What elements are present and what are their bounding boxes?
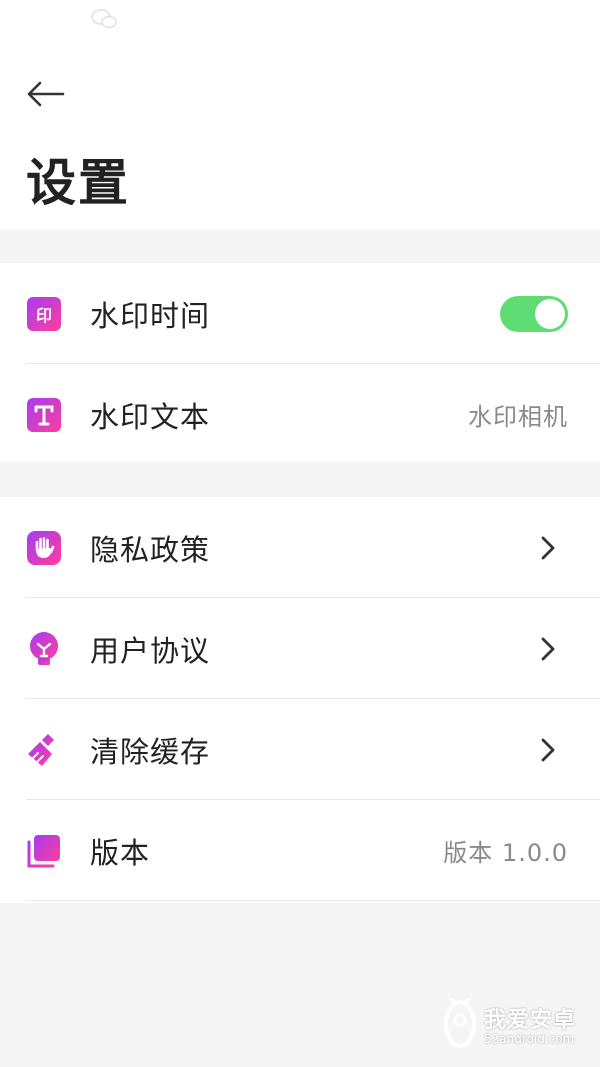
chevron-right-icon	[541, 738, 555, 761]
watermark-site: 52android.com	[484, 1032, 575, 1046]
text-t-icon	[26, 397, 62, 433]
setting-label: 版本	[90, 835, 151, 870]
stamp-icon: 印	[26, 296, 62, 332]
setting-row-version[interactable]: 版本 版本 1.0.0	[0, 800, 600, 901]
setting-label: 用户协议	[90, 633, 211, 668]
setting-value: 版本 1.0.0	[443, 839, 568, 867]
setting-row-privacy-policy[interactable]: 隐私政策	[0, 497, 600, 598]
setting-label: 隐私政策	[90, 532, 211, 567]
arrow-left-icon	[27, 81, 65, 107]
site-watermark: 我爱安卓 52android.com	[440, 996, 590, 1056]
setting-label: 水印时间	[90, 298, 211, 333]
setting-label: 水印文本	[90, 399, 211, 434]
setting-row-watermark-time[interactable]: 印 水印时间	[0, 263, 600, 364]
setting-row-user-agreement[interactable]: 用户协议	[0, 598, 600, 699]
android-logo-icon	[444, 998, 476, 1048]
back-button[interactable]	[22, 74, 68, 114]
layers-icon	[26, 833, 62, 869]
toggle-knob	[535, 298, 565, 329]
chevron-right-icon	[541, 637, 555, 660]
broom-icon	[26, 732, 62, 768]
watermark-brand: 我爱安卓	[484, 1008, 577, 1033]
hand-icon	[26, 530, 62, 566]
setting-label: 清除缓存	[90, 734, 211, 769]
svg-text:印: 印	[36, 306, 52, 325]
setting-value: 水印相机	[468, 403, 568, 431]
page-title: 设置	[26, 154, 130, 212]
divider	[26, 900, 600, 901]
watermark-time-toggle[interactable]	[500, 295, 568, 332]
bulb-icon	[26, 631, 62, 667]
header: 设置	[0, 0, 600, 230]
chevron-right-icon	[541, 536, 555, 559]
setting-row-watermark-text[interactable]: 水印文本 水印相机	[0, 364, 600, 465]
wechat-icon	[91, 9, 117, 29]
settings-group-general: 隐私政策 用户协议 清除缓存 版本 版本 1.0.0	[0, 497, 600, 903]
setting-row-clear-cache[interactable]: 清除缓存	[0, 699, 600, 800]
settings-group-watermark: 印 水印时间 水印文本 水印相机	[0, 263, 600, 462]
